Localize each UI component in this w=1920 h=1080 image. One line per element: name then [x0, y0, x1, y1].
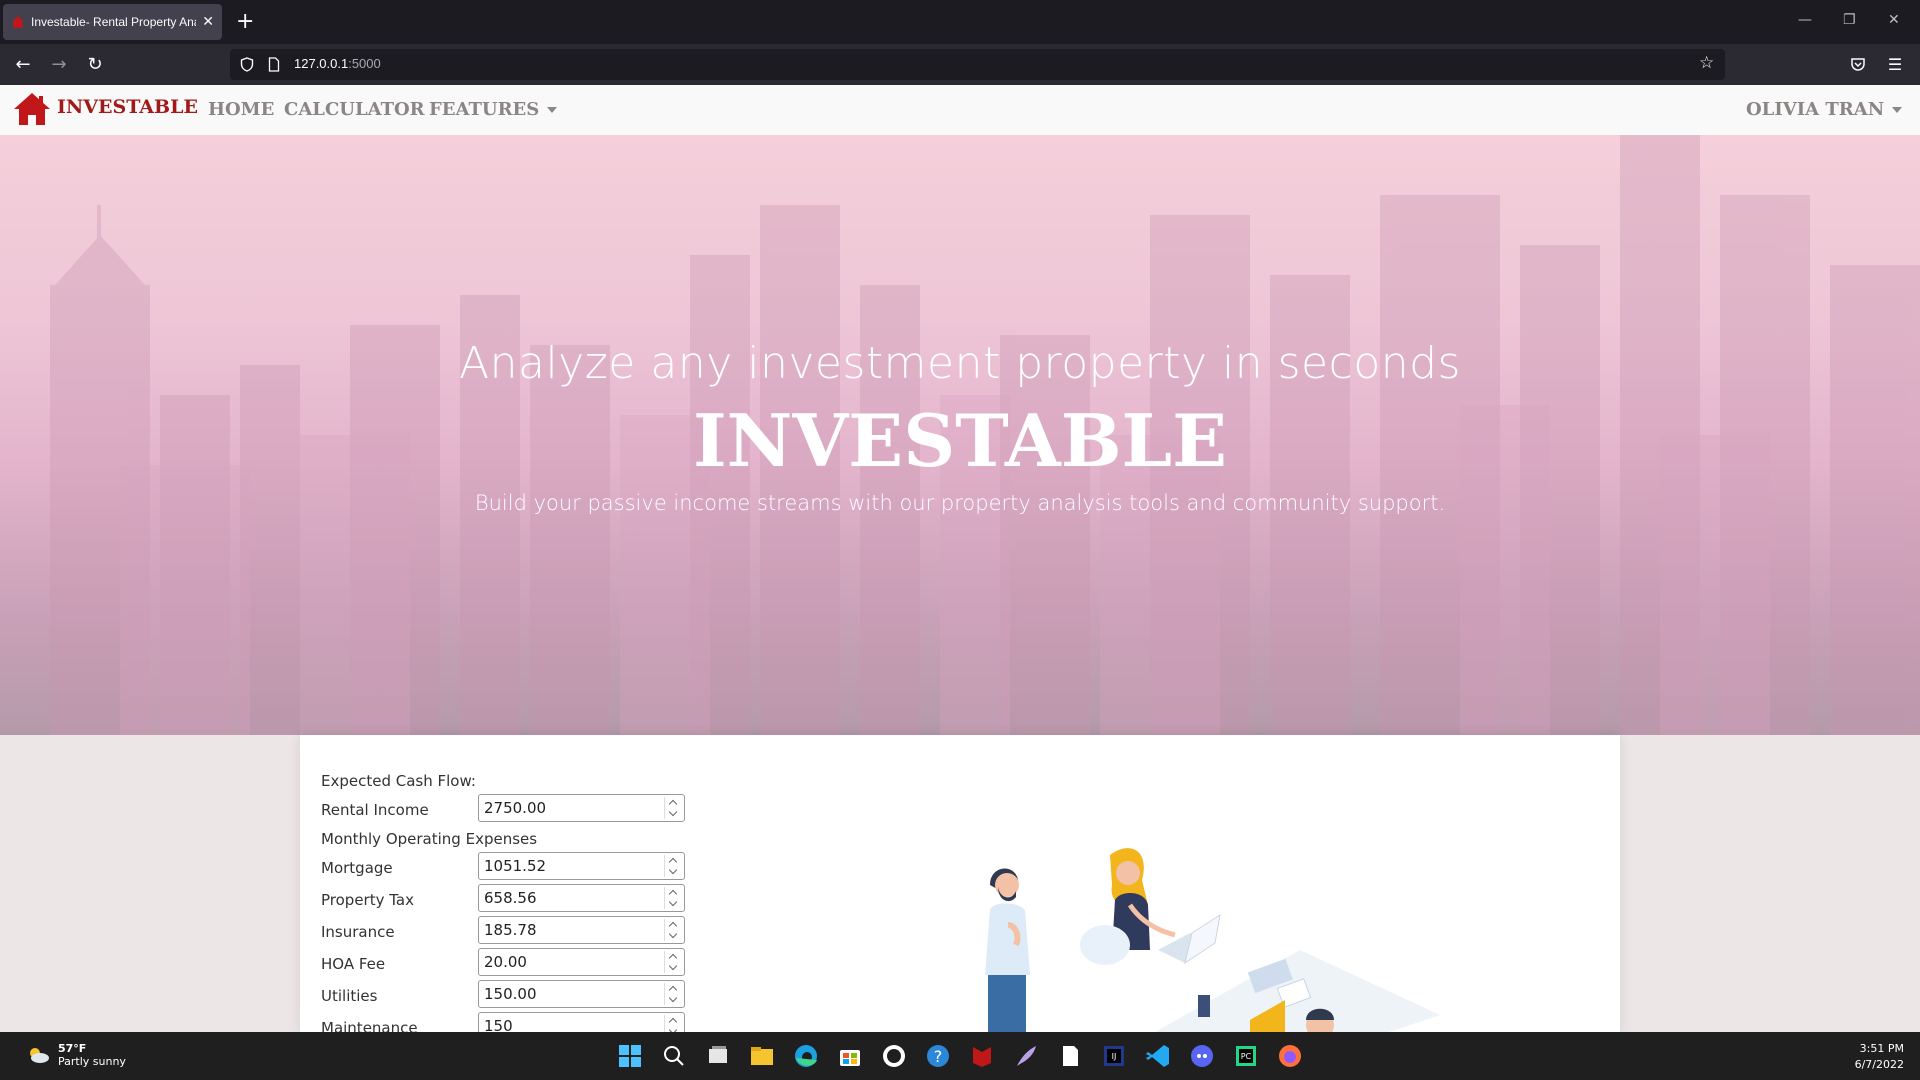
github-desktop-icon[interactable]: [880, 1042, 908, 1070]
url-text[interactable]: 127.0.0.1:5000: [294, 56, 381, 71]
svg-text:?: ?: [934, 1047, 943, 1066]
weather-description: Partly sunny: [58, 1055, 126, 1068]
hoa-fee-input[interactable]: 20.00: [478, 948, 685, 976]
label-utilities: Utilities: [321, 987, 378, 1005]
hero-subtitle: Analyze any investment property in secon…: [459, 338, 1461, 389]
team-illustration: [985, 848, 1440, 1035]
shield-icon[interactable]: [240, 57, 254, 72]
partly-sunny-icon: [30, 1048, 49, 1063]
close-window-icon[interactable]: ✕: [1888, 12, 1900, 28]
discord-icon[interactable]: [1188, 1042, 1216, 1070]
chevron-down-icon: [547, 107, 558, 113]
rental-income-input[interactable]: 2750.00: [478, 794, 685, 822]
user-menu[interactable]: OLIVIA TRAN: [1746, 99, 1903, 120]
back-arrow-icon[interactable]: ←: [10, 52, 36, 78]
page-icon: [268, 57, 280, 72]
hamburger-menu-icon[interactable]: ☰: [1882, 52, 1908, 78]
hero-title: INVESTABLE: [692, 398, 1228, 483]
site-logo-text[interactable]: INVESTABLE: [57, 96, 198, 118]
label-hoa-fee: HOA Fee: [321, 955, 386, 973]
svg-text:IJ: IJ: [1112, 1052, 1117, 1061]
house-favicon-icon: [12, 16, 24, 28]
chevron-down-icon: [1892, 107, 1903, 113]
system-clock[interactable]: 3:51 PM 6/7/2022: [1855, 1041, 1904, 1073]
nav-home[interactable]: HOME: [208, 99, 274, 120]
nav-calculator[interactable]: CALCULATOR: [284, 99, 425, 120]
house-logo-icon[interactable]: [12, 91, 52, 127]
search-icon[interactable]: [660, 1042, 688, 1070]
bookmark-star-icon[interactable]: ☆: [1699, 53, 1714, 73]
hero-banner: Analyze any investment property in secon…: [0, 135, 1920, 735]
spinner-arrows-icon[interactable]: [664, 951, 682, 973]
property-tax-input[interactable]: 658.56: [478, 884, 685, 912]
label-mortgage: Mortgage: [321, 859, 393, 877]
pocket-icon[interactable]: [1850, 57, 1866, 72]
store-icon[interactable]: [836, 1042, 864, 1070]
spinner-arrows-icon[interactable]: [664, 919, 682, 941]
clock-date: 6/7/2022: [1854, 1058, 1904, 1071]
label-property-tax: Property Tax: [321, 891, 414, 909]
new-tab-icon[interactable]: +: [236, 8, 254, 36]
utilities-input[interactable]: 150.00: [478, 980, 685, 1008]
os-taskbar: 57°F Partly sunny ? IJ PC 3:51 PM 6/7/20…: [0, 1032, 1920, 1080]
hero-description: Build your passive income streams with o…: [474, 491, 1446, 515]
browser-toolbar: ← → ↻ 127.0.0.1:5000 ☆ ☰: [0, 44, 1920, 85]
spinner-arrows-icon[interactable]: [664, 983, 682, 1005]
label-insurance: Insurance: [321, 923, 395, 941]
minimize-icon[interactable]: —: [1798, 12, 1812, 28]
firefox-icon[interactable]: [1276, 1042, 1304, 1070]
section-operating-expenses: Monthly Operating Expenses: [321, 830, 538, 848]
laptop: [1158, 913, 1221, 965]
intellij-icon[interactable]: IJ: [1100, 1042, 1128, 1070]
restore-icon[interactable]: ❐: [1843, 12, 1856, 28]
calculator-card: Expected Cash Flow: Rental Income 2750.0…: [300, 735, 1620, 1035]
notepad-icon[interactable]: [1056, 1042, 1084, 1070]
vscode-icon[interactable]: [1144, 1042, 1172, 1070]
weather-temperature: 57°F: [58, 1042, 87, 1055]
svg-text:PC: PC: [1241, 1052, 1252, 1061]
spinner-arrows-icon[interactable]: [664, 855, 682, 877]
file-explorer-icon[interactable]: [748, 1042, 776, 1070]
browser-tab[interactable]: Investable- Rental Property Analysis ✕: [3, 4, 222, 40]
pycharm-icon[interactable]: PC: [1232, 1042, 1260, 1070]
spinner-arrows-icon[interactable]: [664, 797, 682, 819]
label-rental-income: Rental Income: [321, 801, 429, 819]
reload-icon[interactable]: ↻: [82, 52, 108, 78]
weather-widget[interactable]: 57°F Partly sunny: [26, 1042, 126, 1068]
tab-close-icon[interactable]: ✕: [202, 14, 214, 30]
address-bar[interactable]: 127.0.0.1:5000 ☆: [230, 49, 1725, 80]
task-view-icon[interactable]: [704, 1042, 732, 1070]
insurance-input[interactable]: 185.78: [478, 916, 685, 944]
man-figure: [985, 868, 1030, 1035]
nav-features[interactable]: FEATURES: [429, 99, 558, 120]
windows-start-icon[interactable]: [616, 1042, 644, 1070]
tab-title: Investable- Rental Property Analysis: [31, 15, 196, 29]
forward-arrow-icon[interactable]: →: [46, 52, 72, 78]
clock-time: 3:51 PM: [1859, 1042, 1904, 1055]
mortgage-input[interactable]: 1051.52: [478, 852, 685, 880]
help-icon[interactable]: ?: [924, 1042, 952, 1070]
mcafee-icon[interactable]: [968, 1042, 996, 1070]
edge-browser-icon[interactable]: [792, 1042, 820, 1070]
woman-figure: [1080, 848, 1176, 965]
spinner-arrows-icon[interactable]: [664, 887, 682, 909]
site-navbar: INVESTABLE HOME CALCULATOR FEATURES OLIV…: [0, 85, 1920, 135]
feather-app-icon[interactable]: [1012, 1042, 1040, 1070]
browser-tab-bar: Investable- Rental Property Analysis ✕ +…: [0, 0, 1920, 44]
section-cash-flow: Expected Cash Flow:: [321, 772, 476, 790]
